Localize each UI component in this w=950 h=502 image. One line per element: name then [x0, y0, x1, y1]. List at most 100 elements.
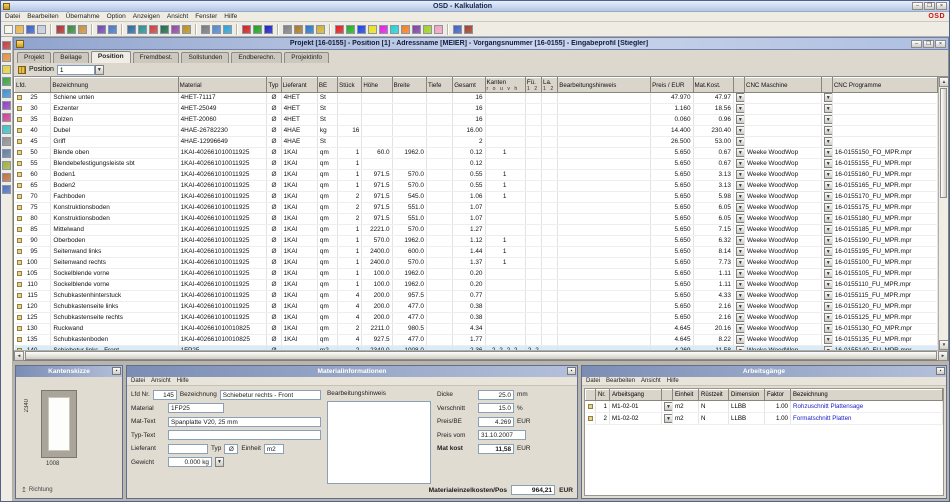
- lfd-field[interactable]: 145: [153, 390, 177, 400]
- ag-column-header-0[interactable]: [586, 390, 596, 401]
- tab-sollstunden[interactable]: Sollstunden: [181, 52, 229, 63]
- column-header-stuck[interactable]: Stück: [338, 78, 362, 93]
- euro-icon[interactable]: [182, 25, 191, 34]
- typtext-field[interactable]: [168, 430, 321, 440]
- column-header-lfd[interactable]: Lfd.: [15, 78, 51, 93]
- column-header-mat[interactable]: Material: [178, 78, 267, 93]
- tab-beilage[interactable]: Beilage: [53, 52, 89, 63]
- gewicht-field[interactable]: 0.000 kg: [168, 457, 212, 467]
- cnc-machine-dropdown-icon[interactable]: ▼: [736, 335, 745, 344]
- percent-icon[interactable]: [171, 25, 180, 34]
- cnc-machine-dropdown-icon[interactable]: ▼: [736, 280, 745, 289]
- horizontal-scroll-thumb[interactable]: [25, 351, 937, 360]
- column-header-lief[interactable]: Lieferant: [281, 78, 317, 93]
- table-row[interactable]: 95Seitenwand links1KAI-402661010011925Ø1…: [15, 247, 938, 258]
- column-header-kanten[interactable]: Kantenr o u v h: [485, 78, 525, 93]
- cnc-machine-dropdown-icon[interactable]: ▼: [736, 247, 745, 256]
- paste-icon[interactable]: [78, 25, 87, 34]
- cnc-program-dropdown-icon[interactable]: ▼: [824, 247, 833, 256]
- vertical-scroll-thumb[interactable]: [940, 88, 947, 198]
- ag-column-header-6[interactable]: Dimension: [729, 390, 765, 401]
- export-icon[interactable]: [2, 161, 11, 170]
- ag-column-header-4[interactable]: Einheit: [673, 390, 699, 401]
- panel-menu-hilfe[interactable]: Hilfe: [667, 378, 679, 384]
- panel-menu-bearbeiten[interactable]: Bearbeiten: [606, 378, 635, 384]
- exit-door-icon[interactable]: [464, 25, 473, 34]
- panel-menu-datei[interactable]: Datei: [586, 378, 600, 384]
- ag-column-header-2[interactable]: Arbeitsgang: [610, 390, 662, 401]
- cnc-program-dropdown-icon[interactable]: ▼: [824, 258, 833, 267]
- color-purple-icon[interactable]: [412, 25, 421, 34]
- table-grid-icon[interactable]: [138, 25, 147, 34]
- cnc-program-dropdown-icon[interactable]: ▼: [824, 203, 833, 212]
- tab-projekt[interactable]: Projekt: [17, 52, 51, 63]
- table-row[interactable]: 105Sockelblende vorne1KAI-40266101001192…: [15, 269, 938, 280]
- save-disk-icon[interactable]: [26, 25, 35, 34]
- cnc-machine-dropdown-icon[interactable]: ▼: [736, 225, 745, 234]
- panel-menu-ansicht[interactable]: Ansicht: [641, 378, 661, 384]
- color-blue-icon[interactable]: [357, 25, 366, 34]
- flag-red-icon[interactable]: [242, 25, 251, 34]
- help-question-icon[interactable]: [453, 25, 462, 34]
- scroll-up-icon[interactable]: ▲: [939, 77, 948, 87]
- tab-projektinfo[interactable]: Projektinfo: [284, 52, 329, 63]
- cnc-program-dropdown-icon[interactable]: ▼: [824, 137, 833, 146]
- cnc-machine-dropdown-icon[interactable]: ▼: [736, 324, 745, 333]
- maximize-button[interactable]: ❐: [924, 2, 935, 10]
- material-icon[interactable]: [2, 77, 11, 86]
- cnc-program-dropdown-icon[interactable]: ▼: [824, 214, 833, 223]
- scroll-left-icon[interactable]: ◄: [14, 351, 24, 361]
- material-field[interactable]: 1FP25: [168, 403, 224, 413]
- cnc-machine-dropdown-icon[interactable]: ▼: [736, 192, 745, 201]
- panel-menu-hilfe[interactable]: Hilfe: [177, 378, 189, 384]
- minimize-button[interactable]: –: [912, 2, 923, 10]
- gewicht-dropdown-icon[interactable]: ▼: [215, 457, 224, 467]
- time-icon[interactable]: [2, 125, 11, 134]
- print-list-icon[interactable]: [2, 137, 11, 146]
- cnc-machine-dropdown-icon[interactable]: ▼: [736, 181, 745, 190]
- cnc-machine-dropdown-icon[interactable]: ▼: [736, 236, 745, 245]
- cnc-machine-dropdown-icon[interactable]: ▼: [736, 291, 745, 300]
- table-row[interactable]: 135Schubkastenboden1KAI-402661010010825Ø…: [15, 335, 938, 346]
- cnc-program-dropdown-icon[interactable]: ▼: [824, 104, 833, 113]
- menu-item-ansicht[interactable]: Ansicht: [167, 13, 188, 20]
- cnc-program-dropdown-icon[interactable]: ▼: [824, 170, 833, 179]
- vertical-scrollbar[interactable]: ▲ ▼: [938, 77, 948, 350]
- column-header-breite[interactable]: Breite: [392, 78, 426, 93]
- column-header-bez[interactable]: Bezeichnung: [51, 78, 178, 93]
- order-icon[interactable]: [2, 113, 11, 122]
- color-orange-icon[interactable]: [401, 25, 410, 34]
- project-icon[interactable]: [2, 41, 11, 50]
- typ-field[interactable]: Ø: [224, 444, 238, 454]
- cnc-machine-dropdown-icon[interactable]: ▼: [736, 104, 745, 113]
- material-panel-button[interactable]: ▪: [567, 367, 576, 375]
- bearbeitungshinweis-field[interactable]: [327, 401, 431, 485]
- ag-column-header-3[interactable]: [662, 390, 673, 401]
- table-row[interactable]: 110Sockelblende vorne1KAI-40266101001192…: [15, 280, 938, 291]
- info-icon[interactable]: [223, 25, 232, 34]
- table-row[interactable]: 60Boden11KAI-402661010011925Ø1KAIqm1971.…: [15, 170, 938, 181]
- kantenskizze-panel-button[interactable]: ▪: [112, 367, 121, 375]
- table-row[interactable]: 45Griff4HAE-12996649Ø4HAESt226.50053.00▼…: [15, 137, 938, 148]
- print-icon[interactable]: [37, 25, 46, 34]
- cnc-program-dropdown-icon[interactable]: ▼: [824, 313, 833, 322]
- undo-icon[interactable]: [97, 25, 106, 34]
- doc-maximize-button[interactable]: ❐: [923, 40, 934, 48]
- menu-item-option[interactable]: Option: [107, 13, 126, 20]
- new-document-icon[interactable]: [4, 25, 13, 34]
- doc-minimize-button[interactable]: –: [911, 40, 922, 48]
- table-row[interactable]: 75Konstruktionsboden1KAI-402661010011925…: [15, 203, 938, 214]
- search-icon[interactable]: [201, 25, 210, 34]
- doc-close-button[interactable]: ×: [935, 40, 946, 48]
- table-row[interactable]: 120Schubkastenseite links1KAI-4026610100…: [15, 302, 938, 313]
- menu-item-anzeigen[interactable]: Anzeigen: [133, 13, 160, 20]
- position-dropdown-icon[interactable]: ▼: [95, 65, 104, 75]
- table-row[interactable]: 35Bolzen4HET-20060Ø4HETSt160.0600.96▼▼: [15, 115, 938, 126]
- einheit-field[interactable]: m2: [264, 444, 284, 454]
- filter-icon[interactable]: [212, 25, 221, 34]
- settings-side-icon[interactable]: [2, 185, 11, 194]
- arbeitsgang-row[interactable]: 2M1-02-02▼m2NLLBB1.00Formatschnitt Platt…: [586, 413, 943, 425]
- column-header-progbtn[interactable]: [821, 78, 832, 93]
- cnc-machine-dropdown-icon[interactable]: ▼: [736, 159, 745, 168]
- cnc-program-dropdown-icon[interactable]: ▼: [824, 236, 833, 245]
